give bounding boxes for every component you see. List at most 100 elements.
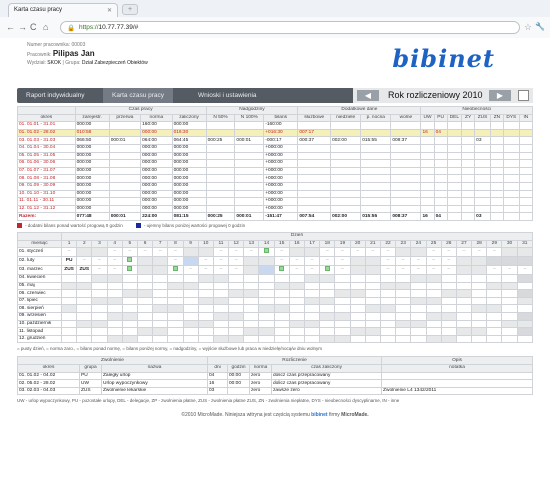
day-cell[interactable] <box>364 281 381 291</box>
day-cell[interactable] <box>182 247 199 258</box>
day-cell[interactable] <box>243 312 260 321</box>
day-cell[interactable] <box>486 289 503 298</box>
day-cell[interactable]: – <box>486 247 503 258</box>
day-cell[interactable]: – <box>212 247 230 258</box>
day-cell[interactable] <box>182 304 199 314</box>
day-cell[interactable] <box>60 304 78 314</box>
day-cell[interactable] <box>121 304 138 314</box>
day-cell[interactable] <box>455 281 473 291</box>
day-cell[interactable] <box>60 281 78 291</box>
day-cell[interactable]: – <box>516 265 534 276</box>
day-cell[interactable] <box>410 289 427 298</box>
day-cell[interactable] <box>121 281 138 291</box>
day-cell[interactable] <box>349 281 366 291</box>
day-cell[interactable] <box>60 289 78 298</box>
day-cell[interactable] <box>258 256 275 267</box>
day-cell[interactable] <box>486 327 503 336</box>
day-cell[interactable]: – <box>106 265 123 276</box>
day-cell[interactable] <box>167 296 184 306</box>
day-cell[interactable] <box>243 304 260 314</box>
day-cell[interactable] <box>471 296 488 306</box>
day-cell[interactable] <box>243 334 260 344</box>
day-cell[interactable] <box>76 327 93 336</box>
day-cell[interactable] <box>395 281 412 291</box>
day-cell[interactable]: – <box>395 256 412 267</box>
day-cell[interactable] <box>288 281 306 291</box>
day-cell[interactable] <box>288 247 306 258</box>
day-cell[interactable] <box>121 274 138 283</box>
day-cell[interactable] <box>486 256 503 267</box>
day-cell[interactable] <box>228 289 245 298</box>
day-cell[interactable]: – <box>303 256 321 267</box>
day-cell[interactable] <box>76 289 93 298</box>
day-cell[interactable] <box>349 304 366 314</box>
day-cell[interactable]: – <box>319 247 336 258</box>
tab-wnioski[interactable]: Wnioski i ustawienia <box>189 88 266 103</box>
day-cell[interactable] <box>303 289 321 298</box>
day-cell[interactable] <box>440 289 457 298</box>
day-cell[interactable] <box>106 296 123 306</box>
day-cell[interactable] <box>91 281 108 291</box>
day-cell[interactable] <box>501 304 518 314</box>
day-cell[interactable]: – <box>243 247 260 258</box>
day-cell[interactable] <box>167 265 184 276</box>
day-cell[interactable] <box>379 319 397 329</box>
summary-row[interactable]: 11. 01.11 - 30.11 000:00 000:00 000:00 +000:… <box>17 197 534 206</box>
day-cell[interactable] <box>228 327 245 336</box>
day-cell[interactable] <box>516 296 534 306</box>
day-cell[interactable] <box>60 327 78 336</box>
day-cell[interactable] <box>243 289 260 298</box>
day-cell[interactable] <box>471 319 488 329</box>
summary-row[interactable]: 08. 01.08 - 31.08 000:00 000:00 000:00 +000:… <box>17 174 534 183</box>
day-cell[interactable] <box>106 274 123 283</box>
day-cell[interactable] <box>395 304 412 314</box>
day-cell[interactable]: – <box>425 247 442 258</box>
day-cell[interactable] <box>197 319 214 329</box>
day-cell[interactable] <box>349 274 366 283</box>
day-cell[interactable] <box>60 319 78 329</box>
day-cell[interactable] <box>76 334 93 344</box>
summary-row[interactable]: 01. 01.02 - 28.02 010:58 000:00 016:30 +016:… <box>17 128 534 138</box>
day-cell[interactable] <box>334 327 351 336</box>
day-cell[interactable]: – <box>273 256 290 267</box>
day-cell[interactable] <box>334 334 351 344</box>
day-cell[interactable] <box>379 274 397 283</box>
day-cell[interactable]: – <box>288 256 306 267</box>
day-cell[interactable] <box>212 319 230 329</box>
day-cell[interactable] <box>273 265 290 276</box>
day-cell[interactable]: – <box>395 265 412 276</box>
day-cell[interactable] <box>516 256 534 267</box>
day-cell[interactable] <box>516 319 534 329</box>
day-cell[interactable]: – <box>136 247 154 258</box>
day-cell[interactable] <box>379 281 397 291</box>
day-cell[interactable] <box>121 319 138 329</box>
day-cell[interactable] <box>364 327 381 336</box>
day-cell[interactable] <box>425 296 442 306</box>
day-cell[interactable] <box>319 334 336 344</box>
day-cell[interactable] <box>319 289 336 298</box>
day-cell[interactable] <box>91 289 108 298</box>
day-cell[interactable] <box>501 312 518 321</box>
day-cell[interactable] <box>152 256 169 267</box>
day-cell[interactable] <box>288 304 306 314</box>
day-cell[interactable] <box>425 312 442 321</box>
day-cell[interactable]: – <box>334 265 351 276</box>
day-cell[interactable] <box>76 274 93 283</box>
day-cell[interactable] <box>273 296 290 306</box>
day-cell[interactable]: – <box>303 265 321 276</box>
day-cell[interactable] <box>243 281 260 291</box>
absence-row[interactable]: 01. 01.02 - 04.02 PU Zaległy urlop 04 00:00 z… <box>17 371 533 381</box>
summary-row[interactable]: 12. 01.12 - 31.12 000:00 000:00 000:00 +000:… <box>17 204 534 214</box>
day-cell[interactable] <box>197 334 214 344</box>
day-cell[interactable] <box>212 327 230 336</box>
day-cell[interactable]: – <box>440 256 457 267</box>
day-cell[interactable] <box>486 281 503 291</box>
day-cell[interactable] <box>91 304 108 314</box>
absence-row[interactable]: 02. 05.02 - 28.02 UW Urlop wypoczynkowy 16 0… <box>17 379 533 388</box>
day-cell[interactable]: – <box>106 256 123 267</box>
day-cell[interactable] <box>486 296 503 306</box>
day-cell[interactable] <box>364 319 381 329</box>
day-cell[interactable] <box>288 334 306 344</box>
day-cell[interactable] <box>60 274 78 283</box>
day-cell[interactable] <box>364 265 381 276</box>
